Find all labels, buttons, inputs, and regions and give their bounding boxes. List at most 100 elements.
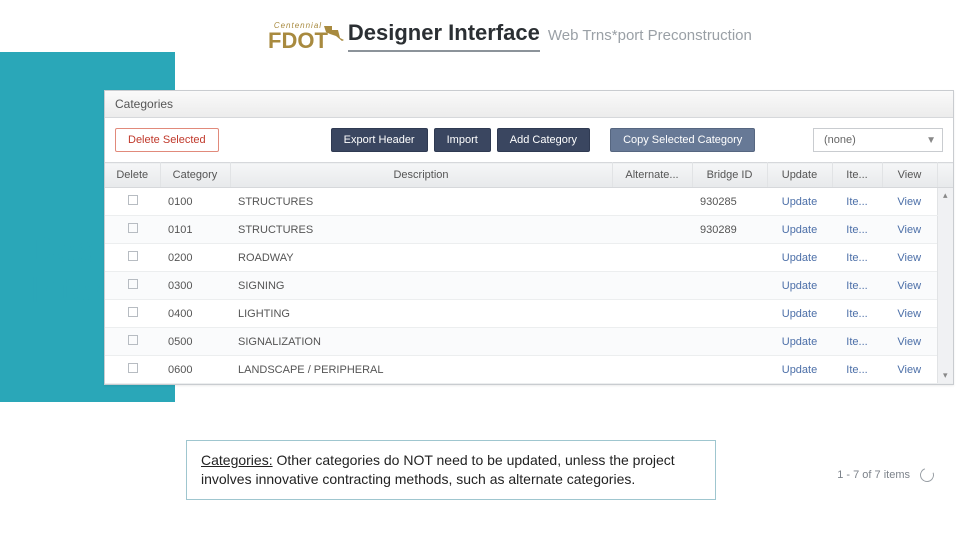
table-row[interactable]: 0500SIGNALIZATION Update Ite... View xyxy=(105,328,953,356)
row-category: 0600 xyxy=(160,356,230,384)
table-header-row: Delete Category Description Alternate...… xyxy=(105,163,953,188)
row-view-link[interactable]: View xyxy=(897,336,921,348)
row-delete-checkbox[interactable] xyxy=(105,188,160,216)
row-update-link[interactable]: Update xyxy=(782,336,817,348)
row-alternate xyxy=(612,328,692,356)
row-bridge-id xyxy=(692,356,767,384)
table-row[interactable]: 0300SIGNING Update Ite... View xyxy=(105,272,953,300)
panel-toolbar: Delete Selected Export Header Import Add… xyxy=(105,118,953,162)
row-update-link[interactable]: Update xyxy=(782,224,817,236)
row-update-link[interactable]: Update xyxy=(782,252,817,264)
row-view-link[interactable]: View xyxy=(897,280,921,292)
categories-note: Categories: Other categories do NOT need… xyxy=(186,440,716,500)
panel-title: Categories xyxy=(105,91,953,118)
row-category: 0400 xyxy=(160,300,230,328)
row-alternate xyxy=(612,216,692,244)
row-alternate xyxy=(612,300,692,328)
row-alternate xyxy=(612,188,692,216)
row-items-link[interactable]: Ite... xyxy=(846,196,867,208)
chevron-down-icon: ▼ xyxy=(926,135,936,146)
note-body: Other categories do NOT need to be updat… xyxy=(201,452,675,487)
row-delete-checkbox[interactable] xyxy=(105,356,160,384)
row-description: SIGNALIZATION xyxy=(230,328,612,356)
row-items-link[interactable]: Ite... xyxy=(846,280,867,292)
row-category: 0300 xyxy=(160,272,230,300)
table-row[interactable]: 0400LIGHTING Update Ite... View xyxy=(105,300,953,328)
row-update-link[interactable]: Update xyxy=(782,308,817,320)
category-select-value: (none) xyxy=(824,134,856,146)
row-items-link[interactable]: Ite... xyxy=(846,224,867,236)
row-bridge-id xyxy=(692,300,767,328)
scroll-up-icon[interactable]: ▴ xyxy=(938,190,954,201)
col-bridge-id[interactable]: Bridge ID xyxy=(692,163,767,188)
scrollbar[interactable]: ▴▾ xyxy=(937,188,953,384)
row-delete-checkbox[interactable] xyxy=(105,216,160,244)
table-row[interactable]: 0100STRUCTURES930285UpdateIte...View▴▾ xyxy=(105,188,953,216)
col-update[interactable]: Update xyxy=(767,163,832,188)
row-items-link[interactable]: Ite... xyxy=(846,252,867,264)
logo-main-text: FDOT xyxy=(268,30,328,52)
page-header: Centennial FDOT Designer Interface Web T… xyxy=(268,20,752,52)
col-alternate[interactable]: Alternate... xyxy=(612,163,692,188)
page-title: Designer Interface xyxy=(348,20,540,52)
table-row[interactable]: 0101STRUCTURES 930289 Update Ite... View xyxy=(105,216,953,244)
row-delete-checkbox[interactable] xyxy=(105,272,160,300)
pagination-status: 1 - 7 of 7 items xyxy=(837,468,934,482)
categories-table: Delete Category Description Alternate...… xyxy=(105,162,953,384)
col-delete[interactable]: Delete xyxy=(105,163,160,188)
note-label: Categories: xyxy=(201,452,273,468)
export-header-button[interactable]: Export Header xyxy=(331,128,428,152)
row-category: 0200 xyxy=(160,244,230,272)
row-delete-checkbox[interactable] xyxy=(105,328,160,356)
row-description: SIGNING xyxy=(230,272,612,300)
row-description: ROADWAY xyxy=(230,244,612,272)
col-scroll xyxy=(937,163,953,188)
row-view-link[interactable]: View xyxy=(897,224,921,236)
copy-selected-category-button[interactable]: Copy Selected Category xyxy=(610,128,755,152)
row-delete-checkbox[interactable] xyxy=(105,244,160,272)
categories-panel: Categories Delete Selected Export Header… xyxy=(104,90,954,385)
table-row[interactable]: 0600LANDSCAPE / PERIPHERAL Update Ite... Vi… xyxy=(105,356,953,384)
row-alternate xyxy=(612,272,692,300)
row-items-link[interactable]: Ite... xyxy=(846,308,867,320)
row-bridge-id xyxy=(692,244,767,272)
row-bridge-id: 930289 xyxy=(692,216,767,244)
row-update-link[interactable]: Update xyxy=(782,280,817,292)
col-description[interactable]: Description xyxy=(230,163,612,188)
row-bridge-id xyxy=(692,272,767,300)
row-view-link[interactable]: View xyxy=(897,252,921,264)
category-select[interactable]: (none) ▼ xyxy=(813,128,943,152)
row-bridge-id: 930285 xyxy=(692,188,767,216)
item-count: 1 - 7 of 7 items xyxy=(837,469,910,481)
row-description: LANDSCAPE / PERIPHERAL xyxy=(230,356,612,384)
col-category[interactable]: Category xyxy=(160,163,230,188)
col-view[interactable]: View xyxy=(882,163,937,188)
add-category-button[interactable]: Add Category xyxy=(497,128,590,152)
row-description: STRUCTURES xyxy=(230,188,612,216)
row-items-link[interactable]: Ite... xyxy=(846,364,867,376)
row-description: STRUCTURES xyxy=(230,216,612,244)
import-button[interactable]: Import xyxy=(434,128,491,152)
delete-selected-button[interactable]: Delete Selected xyxy=(115,128,219,152)
col-items[interactable]: Ite... xyxy=(832,163,882,188)
fdot-logo: Centennial FDOT xyxy=(268,21,328,52)
row-update-link[interactable]: Update xyxy=(782,364,817,376)
row-view-link[interactable]: View xyxy=(897,308,921,320)
row-description: LIGHTING xyxy=(230,300,612,328)
row-category: 0100 xyxy=(160,188,230,216)
row-category: 0101 xyxy=(160,216,230,244)
row-items-link[interactable]: Ite... xyxy=(846,336,867,348)
row-view-link[interactable]: View xyxy=(897,196,921,208)
row-update-link[interactable]: Update xyxy=(782,196,817,208)
florida-icon xyxy=(322,24,348,42)
row-bridge-id xyxy=(692,328,767,356)
table-row[interactable]: 0200ROADWAY Update Ite... View xyxy=(105,244,953,272)
row-view-link[interactable]: View xyxy=(897,364,921,376)
scroll-down-icon[interactable]: ▾ xyxy=(938,370,954,381)
refresh-icon[interactable] xyxy=(918,466,937,485)
row-alternate xyxy=(612,244,692,272)
row-alternate xyxy=(612,356,692,384)
page-subtitle: Web Trns*port Preconstruction xyxy=(548,27,752,44)
row-category: 0500 xyxy=(160,328,230,356)
row-delete-checkbox[interactable] xyxy=(105,300,160,328)
